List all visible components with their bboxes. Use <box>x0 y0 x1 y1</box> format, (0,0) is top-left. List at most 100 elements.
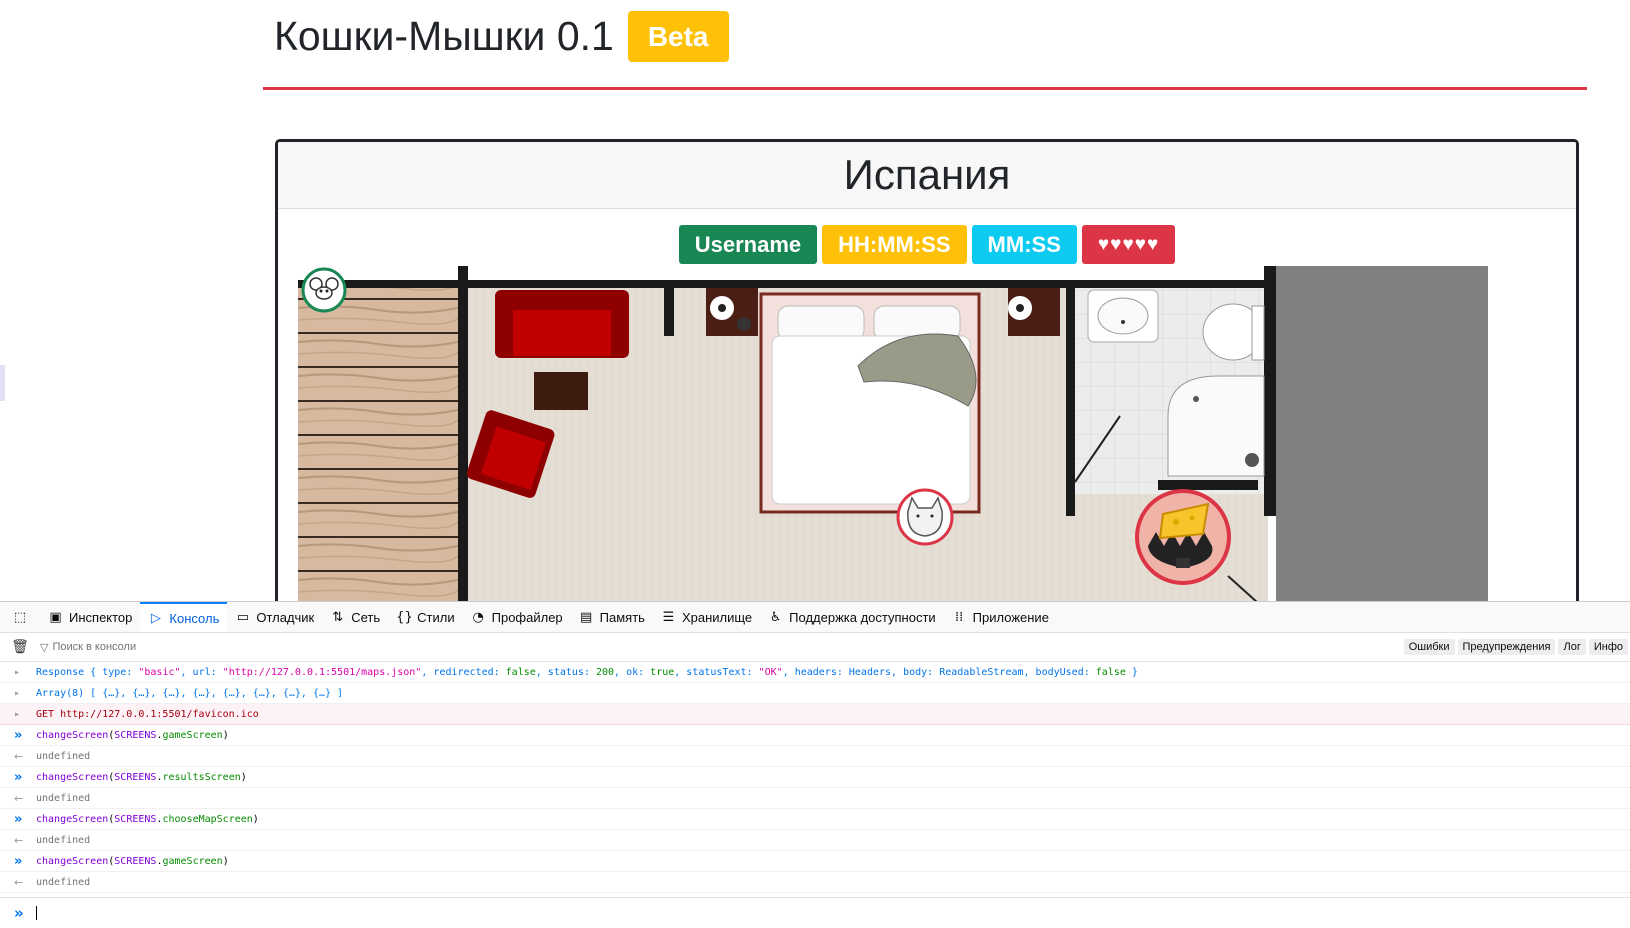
console-command-line[interactable]: » <box>0 897 1630 928</box>
expand-arrow-icon[interactable]: ▸ <box>14 709 36 720</box>
result-text: undefined <box>36 834 91 846</box>
coffee-table <box>534 372 588 410</box>
log-row-array[interactable]: ▸ Array(8) [ {…}, {…}, {…}, {…}, {…}, {…… <box>0 683 1630 704</box>
filter-icon: ▽ <box>40 641 49 654</box>
clear-console-button[interactable]: 🗑 <box>0 639 40 655</box>
left-edge-marker <box>0 365 5 401</box>
application-icon: ⁞⁞ <box>955 609 964 625</box>
console-toolbar: 🗑 ▽ Поиск в консоли Ошибки Предупреждени… <box>0 633 1630 662</box>
element-picker-button[interactable]: ⬚ <box>0 602 40 632</box>
tab-inspector[interactable]: ▣ Инспектор <box>40 602 140 632</box>
memory-icon: ▤ <box>580 609 593 625</box>
wood-floor <box>298 284 458 612</box>
tab-label: Инспектор <box>69 609 133 625</box>
tab-label: Стили <box>417 609 455 625</box>
tab-console[interactable]: ▷ Консоль <box>140 602 228 632</box>
cursor-select-icon: ⬚ <box>13 609 27 625</box>
tab-profiler[interactable]: ◔ Профайлер <box>463 602 571 632</box>
tab-storage[interactable]: ☰ Хранилище <box>653 602 760 632</box>
nightstand-right <box>1008 288 1060 336</box>
log-level-filters: Ошибки Предупреждения Лог Инфо <box>1403 639 1630 655</box>
lives-badge: ♥♥♥♥♥ <box>1081 225 1176 264</box>
page-title-text: Кошки-Мышки 0.1 <box>274 13 614 59</box>
result-arrow-icon: ← <box>14 791 24 805</box>
inspector-icon: ▣ <box>49 609 62 625</box>
bed <box>759 292 981 514</box>
sofa <box>495 290 629 358</box>
debugger-icon: ▭ <box>236 609 249 625</box>
result-text: undefined <box>36 750 91 762</box>
title-divider <box>263 87 1587 90</box>
tab-styles[interactable]: {} Стили <box>388 602 462 632</box>
input-chevron-icon: » <box>14 853 23 869</box>
result-arrow-icon: ← <box>14 875 24 889</box>
tab-memory[interactable]: ▤ Память <box>571 602 653 632</box>
input-chevron-icon: » <box>14 811 23 827</box>
tab-debugger[interactable]: ▭ Отладчик <box>227 602 322 632</box>
map-name: Испания <box>278 142 1576 209</box>
trash-icon: 🗑 <box>11 639 29 655</box>
console-result-entry: ← undefined <box>0 830 1630 851</box>
stats-bar: Username HH:MM:SS MM:SS ♥♥♥♥♥ <box>278 225 1576 264</box>
input-chevron-icon: » <box>14 769 23 785</box>
command-text: changeScreen(SCREENS.resultsScreen) <box>36 771 247 783</box>
tab-label: Поддержка доступности <box>789 609 936 625</box>
log-text: Array(8) [ {…}, {…}, {…}, {…}, {…}, {…},… <box>36 687 344 699</box>
clock-badge: HH:MM:SS <box>822 225 967 264</box>
filter-errors-button[interactable]: Ошибки <box>1403 639 1455 655</box>
tab-label: Профайлер <box>491 609 563 625</box>
console-icon: ▷ <box>150 610 161 626</box>
input-chevron-icon: » <box>14 727 23 743</box>
log-row-response[interactable]: ▸ Response { type: "basic", url: "http:/… <box>0 662 1630 683</box>
command-text: changeScreen(SCREENS.gameScreen) <box>36 855 229 867</box>
console-input-entry[interactable]: » changeScreen(SCREENS.chooseMapScreen) <box>0 809 1630 830</box>
username-badge: Username <box>678 225 818 264</box>
devtools-panel: ⬚ ▣ Инспектор ▷ Консоль ▭ Отладчик ⇅ Сет… <box>0 601 1630 928</box>
cat-token <box>896 488 954 546</box>
cheese-trap <box>1135 489 1231 585</box>
game-card: Испания Username HH:MM:SS MM:SS ♥♥♥♥♥ <box>275 139 1579 615</box>
tab-label: Хранилище <box>681 609 753 625</box>
nightstand-left <box>706 288 758 336</box>
result-arrow-icon: ← <box>14 833 24 847</box>
timer-badge: MM:SS <box>971 225 1077 264</box>
tab-network[interactable]: ⇅ Сеть <box>322 602 388 632</box>
outer-area <box>1276 266 1488 612</box>
console-filter[interactable]: ▽ Поиск в консоли <box>40 641 1404 654</box>
network-icon: ⇅ <box>332 609 344 625</box>
text-caret <box>36 906 37 920</box>
command-text: changeScreen(SCREENS.gameScreen) <box>36 729 229 741</box>
expand-arrow-icon[interactable]: ▸ <box>14 667 36 678</box>
filter-info-button[interactable]: Инфо <box>1588 639 1628 655</box>
console-filter-input[interactable]: Поиск в консоли <box>52 641 136 653</box>
log-text: GET http://127.0.0.1:5501/favicon.ico <box>36 708 259 720</box>
tab-application[interactable]: ⁞⁞ Приложение <box>944 602 1057 632</box>
filter-log-button[interactable]: Лог <box>1558 639 1586 655</box>
storage-icon: ☰ <box>662 609 675 625</box>
mouse-token <box>301 267 347 313</box>
tab-label: Память <box>599 609 645 625</box>
game-map[interactable] <box>298 266 1552 612</box>
console-input-entry[interactable]: » changeScreen(SCREENS.gameScreen) <box>0 851 1630 872</box>
log-text: Response { type: "basic", url: "http://1… <box>36 666 1138 678</box>
result-text: undefined <box>36 876 91 888</box>
tab-label: Приложение <box>972 609 1049 625</box>
console-result-entry: ← undefined <box>0 788 1630 809</box>
beta-badge: Beta <box>627 10 729 62</box>
tab-accessibility[interactable]: ♿ Поддержка доступности <box>760 602 944 632</box>
tab-label: Консоль <box>169 610 220 626</box>
command-text: changeScreen(SCREENS.chooseMapScreen) <box>36 813 259 825</box>
console-result-entry: ← undefined <box>0 746 1630 767</box>
devtools-tabbar: ⬚ ▣ Инспектор ▷ Консоль ▭ Отладчик ⇅ Сет… <box>0 602 1630 633</box>
prompt-chevron-icon: » <box>14 904 24 922</box>
expand-arrow-icon[interactable]: ▸ <box>14 688 36 699</box>
console-input-entry[interactable]: » changeScreen(SCREENS.gameScreen) <box>0 725 1630 746</box>
tab-label: Сеть <box>351 609 381 625</box>
result-text: undefined <box>36 792 91 804</box>
result-arrow-icon: ← <box>14 749 24 763</box>
filter-warnings-button[interactable]: Предупреждения <box>1457 639 1556 655</box>
console-input-entry[interactable]: » changeScreen(SCREENS.resultsScreen) <box>0 767 1630 788</box>
styles-icon: {} <box>396 609 413 625</box>
log-row-error[interactable]: ▸ GET http://127.0.0.1:5501/favicon.ico <box>0 704 1630 725</box>
profiler-icon: ◔ <box>472 609 484 625</box>
